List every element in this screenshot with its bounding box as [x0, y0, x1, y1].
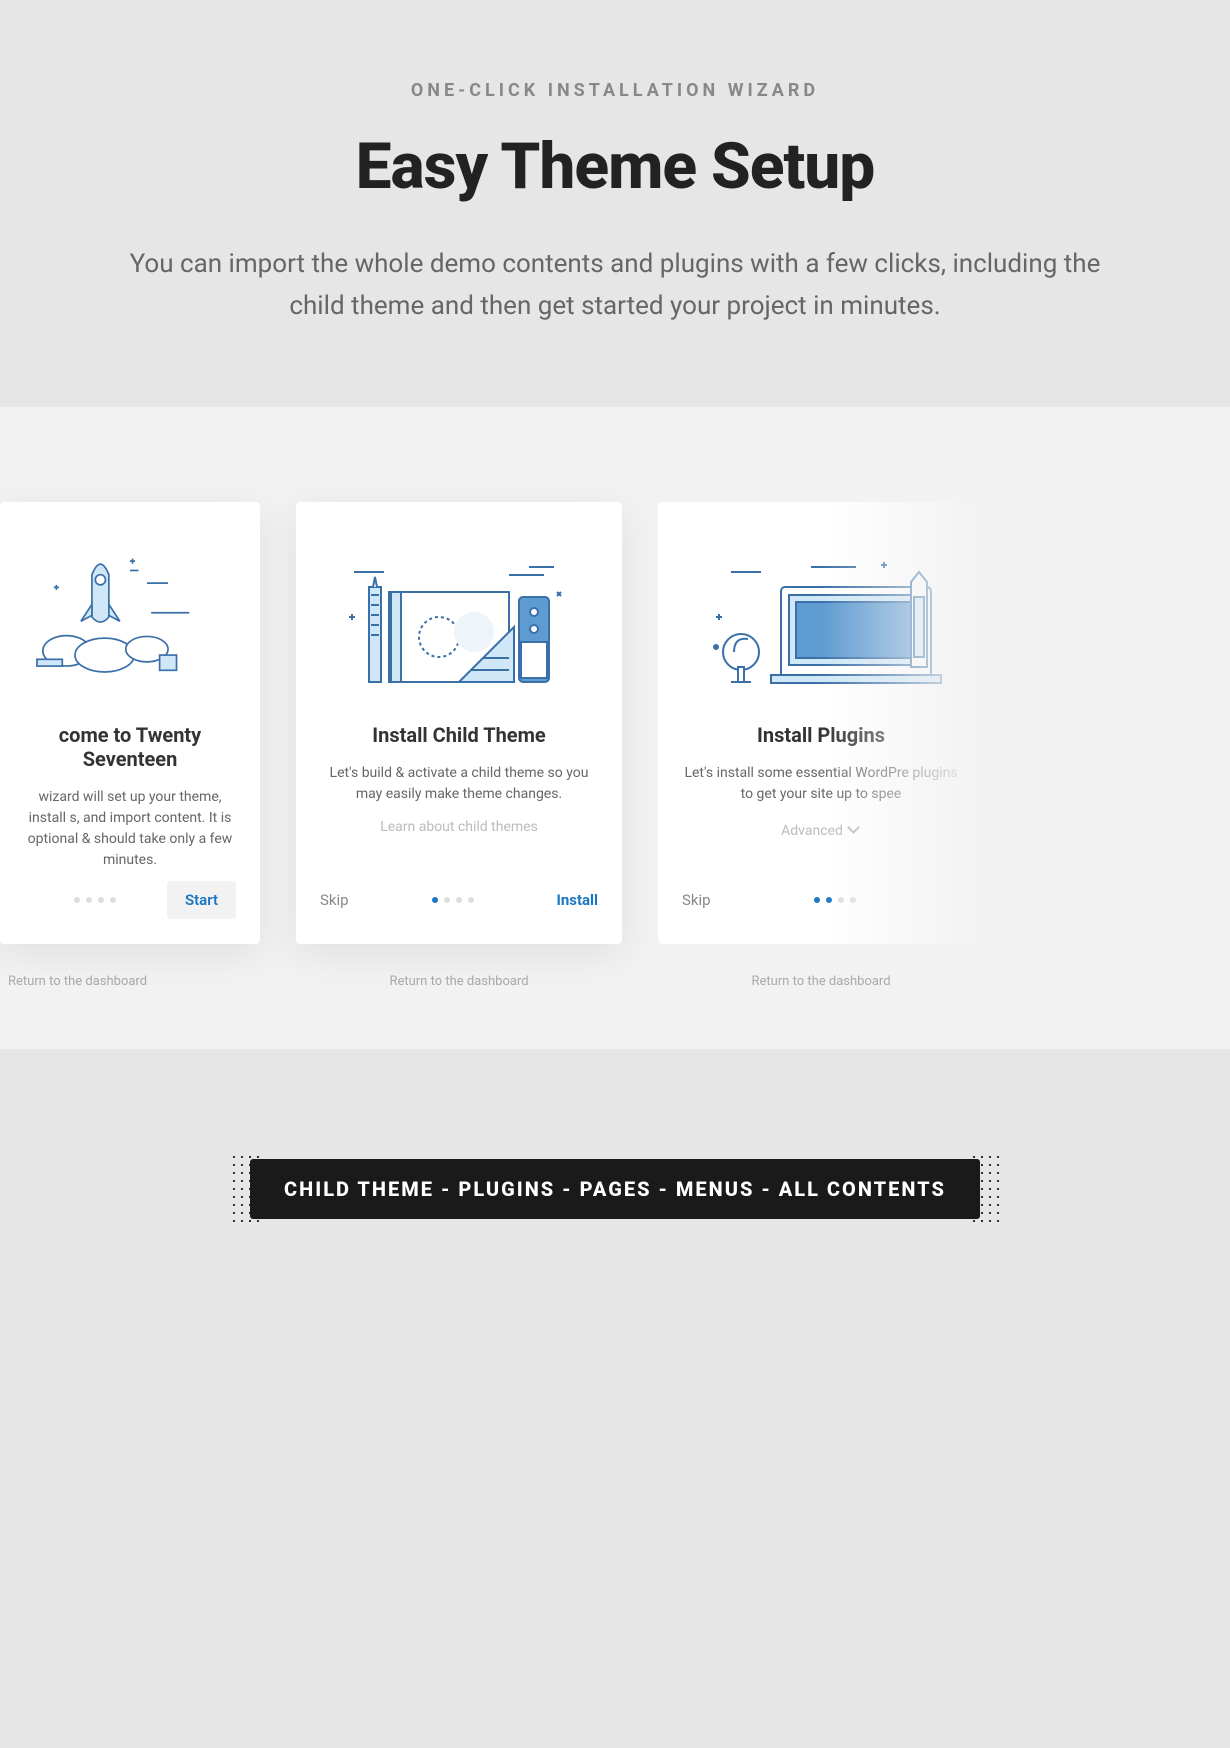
skip-button[interactable]: Skip [320, 891, 349, 909]
features-banner-section: CHILD THEME - PLUGINS - PAGES - MENUS - … [0, 1049, 1230, 1219]
wizard-carousel: come to Twenty Seventeen wizard will set… [0, 407, 1230, 1049]
chevron-down-icon [849, 825, 861, 837]
return-dashboard-link[interactable]: Return to the dashboard [8, 974, 147, 989]
start-button[interactable]: Start [167, 881, 236, 919]
card-title: Install Plugins [682, 723, 960, 747]
return-dashboard-link[interactable]: Return to the dashboard [389, 974, 528, 989]
rocket-illustration-icon [0, 502, 260, 697]
wizard-card-child-theme: Install Child Theme Let's build & activa… [296, 502, 622, 989]
step-dots [74, 897, 116, 903]
skip-button[interactable]: Skip [682, 891, 711, 909]
step-dots [432, 897, 474, 903]
card-text: Let's install some essential WordPre plu… [682, 763, 960, 805]
advanced-toggle[interactable]: Advanced [781, 823, 861, 839]
card-title: come to Twenty Seventeen [24, 723, 236, 771]
wizard-card-welcome: come to Twenty Seventeen wizard will set… [0, 502, 260, 989]
learn-more-link[interactable]: Learn about child themes [320, 819, 598, 835]
tools-illustration-icon [296, 502, 622, 697]
features-banner: CHILD THEME - PLUGINS - PAGES - MENUS - … [250, 1159, 980, 1219]
card-text: wizard will set up your theme, install s… [24, 787, 236, 871]
hero-eyebrow: ONE-CLICK INSTALLATION WIZARD [80, 80, 1150, 101]
install-button[interactable]: Install [556, 891, 598, 909]
step-dots [814, 897, 856, 903]
hero-section: ONE-CLICK INSTALLATION WIZARD Easy Theme… [0, 0, 1230, 407]
card-text: Let's build & activate a child theme so … [320, 763, 598, 805]
hero-title: Easy Theme Setup [80, 129, 1150, 204]
devices-illustration-icon [658, 502, 984, 697]
wizard-card-plugins: Install Plugins Let's install some essen… [658, 502, 984, 989]
return-dashboard-link[interactable]: Return to the dashboard [751, 974, 890, 989]
hero-description: You can import the whole demo contents a… [115, 244, 1115, 327]
card-title: Install Child Theme [320, 723, 598, 747]
